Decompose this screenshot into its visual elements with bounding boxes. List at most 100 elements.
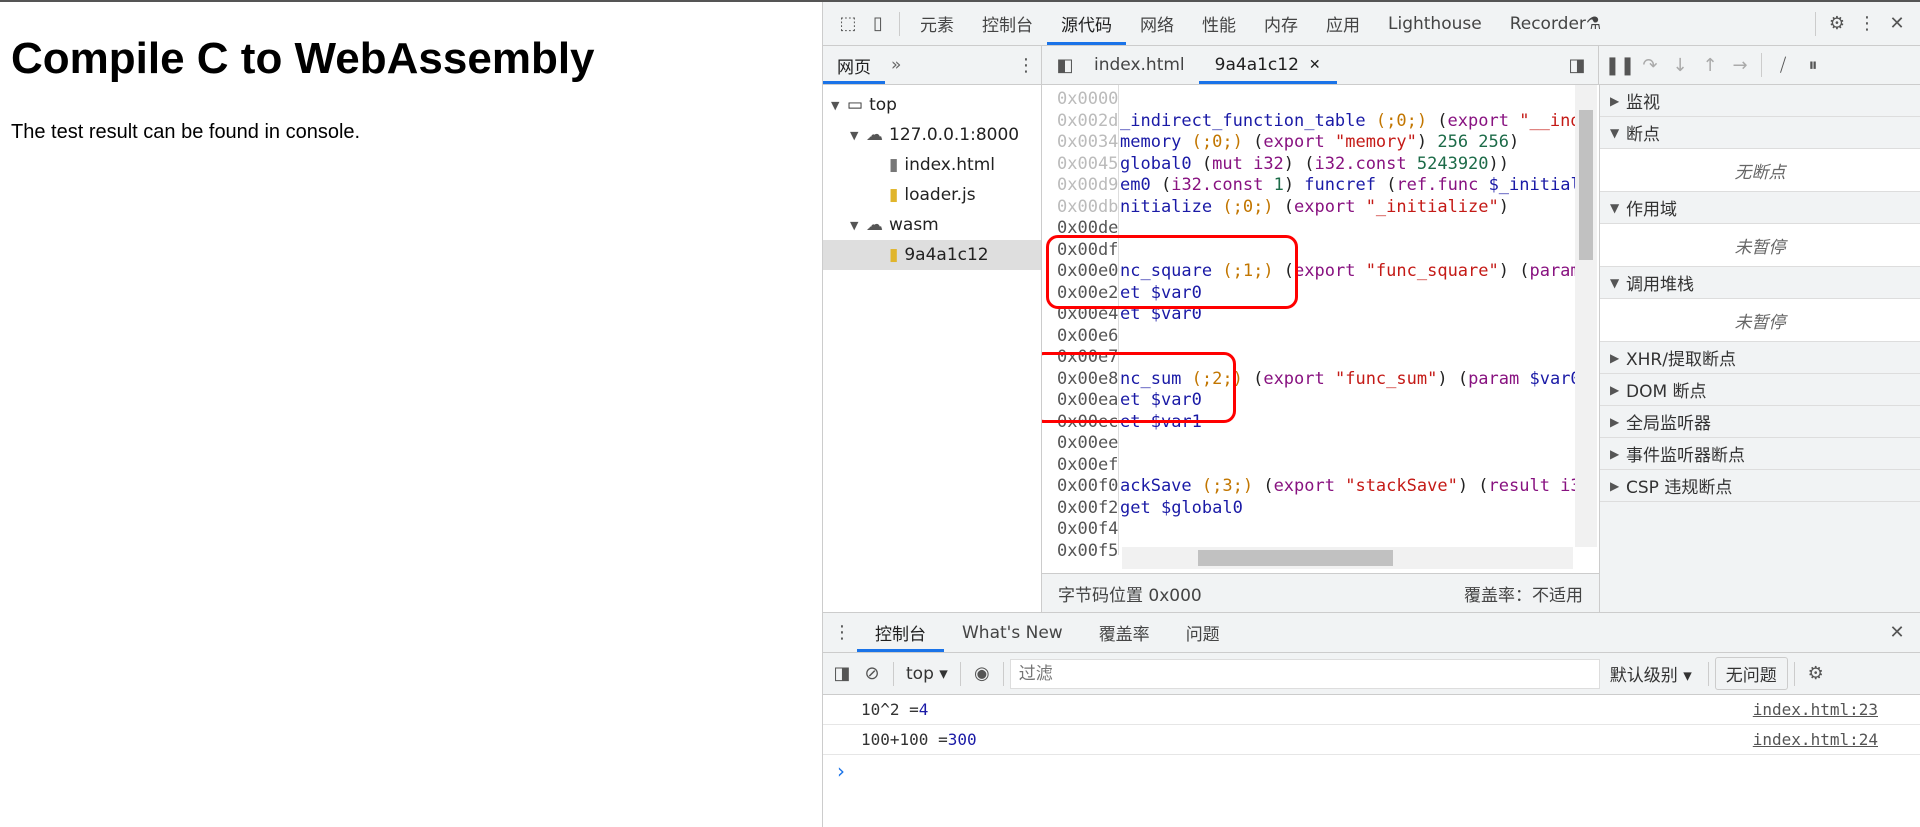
expand-arrow-icon[interactable]: ▼	[850, 129, 866, 142]
line-number[interactable]: 0x00ee	[1057, 433, 1119, 455]
frame-icon: ▭	[847, 95, 864, 115]
pause-on-exceptions-icon[interactable]: ⏸	[1798, 50, 1828, 80]
code-token: 256 256	[1437, 132, 1510, 152]
inspect-element-icon[interactable]: ⬚	[833, 9, 863, 39]
line-number[interactable]: 0x00f0	[1057, 476, 1119, 498]
drawer-tab-3[interactable]: 问题	[1168, 613, 1238, 652]
line-number[interactable]: 0x00db	[1057, 197, 1119, 219]
code-line[interactable]: _indirect_function_table (;0;) (export "…	[1120, 111, 1575, 133]
line-number[interactable]: 0x00f5	[1057, 541, 1119, 563]
line-number[interactable]: 0x0034	[1057, 132, 1119, 154]
console-settings-icon[interactable]: ⚙	[1801, 659, 1831, 689]
tab-3[interactable]: 网络	[1126, 2, 1188, 45]
filter-input[interactable]	[1009, 658, 1600, 689]
section-header[interactable]: ▼ 作用域	[1600, 192, 1920, 224]
step-into-icon[interactable]: ↓	[1665, 50, 1695, 80]
close-drawer-icon[interactable]: ✕	[1882, 618, 1912, 648]
line-number[interactable]: 0x0000	[1057, 89, 1119, 111]
clear-console-icon[interactable]: ⊘	[857, 659, 887, 689]
section-header[interactable]: ▶ CSP 违规断点	[1600, 470, 1920, 502]
close-icon[interactable]: ✕	[1882, 9, 1912, 39]
section-header[interactable]: ▶ 事件监听器断点	[1600, 438, 1920, 470]
section-header[interactable]: ▶ 监视	[1600, 85, 1920, 117]
tree-item[interactable]: ▼ ☁ wasm	[823, 210, 1041, 240]
context-selector[interactable]: top ▾	[900, 664, 954, 684]
toggle-navigator-icon[interactable]: ◧	[1050, 50, 1080, 80]
section-header[interactable]: ▼ 断点	[1600, 117, 1920, 149]
section-header[interactable]: ▶ 全局监听器	[1600, 406, 1920, 438]
code-line[interactable]: ackSave (;3;) (export "stackSave") (resu…	[1120, 476, 1575, 498]
editor-tab-index-html[interactable]: index.html	[1080, 46, 1199, 84]
drawer-menu-icon[interactable]: ⋮	[827, 618, 857, 648]
code-line[interactable]: em0 (i32.const 1) funcref (ref.func $_in…	[1120, 175, 1575, 197]
step-icon[interactable]: →	[1725, 50, 1755, 80]
tree-item[interactable]: ▮ index.html	[823, 150, 1041, 180]
code-line[interactable]: global0 (mut i32) (i32.const 5243920))	[1120, 154, 1575, 176]
drawer-tab-0[interactable]: 控制台	[857, 613, 944, 652]
source-link[interactable]: index.html:24	[1753, 730, 1878, 749]
section-header[interactable]: ▶ DOM 断点	[1600, 374, 1920, 406]
vertical-scrollbar[interactable]	[1575, 85, 1597, 547]
line-number[interactable]: 0x002d	[1057, 111, 1119, 133]
code-line[interactable]	[1120, 89, 1575, 111]
settings-icon[interactable]: ⚙	[1822, 9, 1852, 39]
code-token: em0	[1120, 175, 1161, 195]
close-tab-icon[interactable]: ✕	[1309, 57, 1321, 73]
toggle-debugger-icon[interactable]: ◨	[1562, 50, 1592, 80]
issues-button[interactable]: 无问题	[1714, 657, 1788, 690]
editor-status-bar: 字节码位置 0x000 覆盖率：不适用	[1042, 573, 1599, 612]
line-number[interactable]: 0x00ef	[1057, 455, 1119, 477]
tab-2[interactable]: 源代码	[1047, 2, 1126, 45]
line-number[interactable]: 0x00d9	[1057, 175, 1119, 197]
horizontal-scrollbar[interactable]	[1122, 547, 1573, 569]
code-line[interactable]: get $global0	[1120, 498, 1575, 520]
code-line[interactable]	[1120, 455, 1575, 477]
tree-item[interactable]: ▮ loader.js	[823, 180, 1041, 210]
show-sidebar-icon[interactable]: ◨	[827, 659, 857, 689]
console-prompt[interactable]: ›	[837, 759, 845, 783]
section-label: 事件监听器断点	[1626, 446, 1745, 466]
expand-arrow-icon[interactable]: ▼	[850, 219, 866, 232]
more-tabs-button[interactable]: »	[891, 55, 901, 75]
tree-item[interactable]: ▼ ☁ 127.0.0.1:8000	[823, 120, 1041, 150]
code-line[interactable]	[1120, 433, 1575, 455]
expand-arrow-icon[interactable]: ▼	[831, 99, 847, 112]
tab-6[interactable]: 应用	[1312, 2, 1374, 45]
code-token: "_initialize"	[1355, 196, 1499, 217]
drawer-tab-2[interactable]: 覆盖率	[1081, 613, 1168, 652]
code-editor[interactable]: 0x0000 0x002d _indirect_function_table (;0…	[1042, 85, 1599, 573]
line-number[interactable]: 0x0045	[1057, 154, 1119, 176]
step-out-icon[interactable]: ↑	[1695, 50, 1725, 80]
tree-item[interactable]: ▼ ▭ top	[823, 90, 1041, 120]
section-header[interactable]: ▶ XHR/提取断点	[1600, 342, 1920, 374]
code-line[interactable]	[1120, 519, 1575, 541]
tab-1[interactable]: 控制台	[968, 2, 1047, 45]
navigator-menu-icon[interactable]: ⋮	[1011, 50, 1041, 80]
code-line[interactable]: nitialize (;0;) (export "_initialize")	[1120, 197, 1575, 219]
tab-5[interactable]: 内存	[1250, 2, 1312, 45]
tab-8[interactable]: Recorder ⚗	[1496, 2, 1615, 45]
section-header[interactable]: ▼ 调用堆栈	[1600, 267, 1920, 299]
editor-tab-wasm[interactable]: 9a4a1c12 ✕	[1198, 46, 1337, 84]
highlight-box-func-square	[1046, 235, 1298, 309]
line-number[interactable]: 0x00f2	[1057, 498, 1119, 520]
deactivate-breakpoints-icon[interactable]: ⧸	[1768, 50, 1798, 80]
code-line[interactable]	[1120, 326, 1575, 348]
step-over-icon[interactable]: ↷	[1635, 50, 1665, 80]
line-number[interactable]: 0x00f4	[1057, 519, 1119, 541]
source-link[interactable]: index.html:23	[1753, 700, 1878, 719]
tree-item[interactable]: ▮ 9a4a1c12	[823, 240, 1041, 270]
live-expression-icon[interactable]: ◉	[967, 659, 997, 689]
code-line[interactable]: memory (;0;) (export "memory") 256 256)	[1120, 132, 1575, 154]
tab-7[interactable]: Lighthouse	[1374, 2, 1496, 45]
drawer-tab-1[interactable]: What's New	[944, 613, 1081, 652]
tab-page[interactable]: 网页	[823, 46, 885, 84]
line-number[interactable]: 0x00e6	[1057, 326, 1119, 348]
message-value: 300	[947, 730, 977, 749]
log-level-select[interactable]: 默认级别 ▾	[1600, 661, 1702, 686]
tab-4[interactable]: 性能	[1188, 2, 1250, 45]
tab-0[interactable]: 元素	[906, 2, 968, 45]
more-options-icon[interactable]: ⋮	[1852, 9, 1882, 39]
pause-icon[interactable]: ❚❚	[1605, 50, 1635, 80]
device-toolbar-icon[interactable]: ▯	[863, 9, 893, 39]
